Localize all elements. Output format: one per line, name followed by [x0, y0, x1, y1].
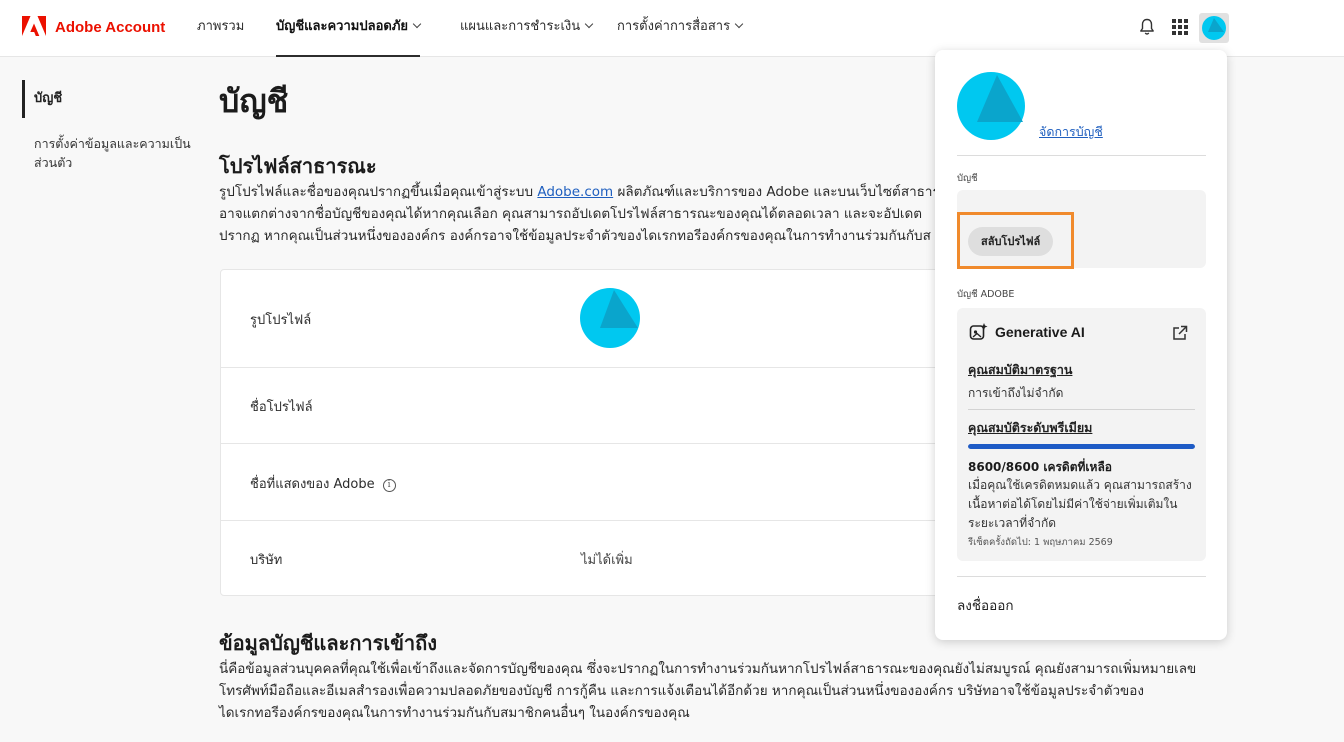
account-info-description: นี่คือข้อมูลส่วนบุคคลที่คุณใช้เพื่อเข้าถ…: [219, 658, 1196, 724]
public-profile-card: รูปโปรไฟล์ ชื่อโปรไฟล์ ชื่อที่แสดงของ Ad…: [220, 269, 960, 596]
public-profile-heading: โปรไฟล์สาธารณะ: [219, 154, 377, 178]
sign-out-button[interactable]: ลงชื่อออก: [957, 594, 1014, 616]
nav-overview[interactable]: ภาพรวม: [197, 0, 244, 57]
account-avatar: [957, 72, 1025, 140]
account-menu: จัดการบัญชี บัญชี สลับโปรไฟล์ บัญชี ADOB…: [935, 50, 1227, 640]
public-profile-description: รูปโปรไฟล์และชื่อของคุณปรากฏขึ้นเมื่อคุณ…: [219, 181, 952, 247]
sidebar-item-label: บัญชี: [34, 91, 63, 106]
description-text: ไดเรกทอรีองค์กรของคุณในการทำงานร่วมกันกั…: [219, 705, 690, 721]
credits-progress-bar: [968, 444, 1195, 449]
description-text: ปรากฏ หากคุณเป็นส่วนหนึ่งขององค์กร องค์ก…: [219, 228, 931, 244]
row-value: ไม่ได้เพิ่ม: [581, 553, 633, 568]
company-row[interactable]: บริษัท ไม่ได้เพิ่ม: [221, 520, 959, 597]
bell-icon[interactable]: [1139, 18, 1155, 36]
sidebar-item-privacy-settings[interactable]: การตั้งค่าข้อมูลและความเป็นส่วนตัว: [34, 134, 194, 172]
row-label: ชื่อที่แสดงของ Adobe i: [250, 473, 396, 494]
credits-description-line: ระยะเวลาที่จำกัด: [968, 516, 1057, 530]
description-text: นี่คือข้อมูลส่วนบุคคลที่คุณใช้เพื่อเข้าถ…: [219, 661, 1197, 677]
apps-grid-icon[interactable]: [1172, 19, 1188, 35]
nav-plans-payment[interactable]: แผนและการชำระเงิน: [460, 0, 594, 57]
avatar-button[interactable]: [1199, 13, 1229, 43]
sidebar-item-label: การตั้งค่าข้อมูลและความเป็นส่วนตัว: [34, 136, 191, 170]
credits-remaining: 8600/8600 เครดิตที่เหลือ: [968, 460, 1112, 474]
account-section-label: บัญชี: [957, 173, 978, 184]
adobe-logo-icon: [22, 16, 46, 36]
profile-picture[interactable]: [580, 288, 640, 348]
credits-description-line: เนื้อหาต่อได้โดยไม่มีค่าใช้จ่ายเพิ่มเติม…: [968, 497, 1178, 511]
description-text: ผลิตภัณฑ์และบริการของ Adobe และบนเว็บไซต…: [613, 184, 953, 200]
profile-name-row[interactable]: ชื่อโปรไฟล์: [221, 367, 959, 443]
info-icon[interactable]: i: [382, 479, 396, 492]
external-link-icon[interactable]: [1172, 325, 1188, 341]
chevron-down-icon: [412, 19, 422, 29]
display-name-row[interactable]: ชื่อที่แสดงของ Adobe i: [221, 443, 959, 520]
row-label-text: ชื่อที่แสดงของ Adobe: [250, 477, 375, 492]
credits-progress-fill: [968, 444, 1195, 449]
chevron-down-icon: [734, 19, 744, 29]
generative-ai-icon: [969, 323, 988, 340]
nav-plans-payment-label: แผนและการชำระเงิน: [460, 19, 581, 34]
generative-ai-header: Generative AI: [969, 322, 1085, 342]
adobe-account-section-label: บัญชี ADOBE: [957, 289, 1015, 300]
standard-features-link[interactable]: คุณสมบัติมาตรฐาน: [968, 360, 1072, 380]
nav-overview-label: ภาพรวม: [197, 19, 245, 34]
row-label: บริษัท: [250, 553, 283, 568]
divider: [957, 576, 1206, 577]
description-text: รูปโปรไฟล์และชื่อของคุณปรากฏขึ้นเมื่อคุณ…: [219, 184, 538, 200]
description-text: โทรศัพท์มือถือและอีเมลสำรองเพื่อความปลอด…: [219, 683, 1144, 699]
top-navigation: Adobe Account ภาพรวม บัญชีและความปลอดภัย…: [0, 0, 1344, 57]
standard-features-desc: การเข้าถึงไม่จำกัด: [968, 386, 1064, 400]
profile-picture-row[interactable]: รูปโปรไฟล์: [221, 270, 959, 367]
row-label: รูปโปรไฟล์: [250, 313, 312, 328]
manage-account-link[interactable]: จัดการบัญชี: [1039, 122, 1103, 142]
credits-description-line: เมื่อคุณใช้เครดิตหมดแล้ว คุณสามารถสร้าง: [968, 478, 1192, 492]
avatar: [1202, 16, 1226, 40]
generative-ai-title: Generative AI: [995, 324, 1085, 340]
divider: [957, 155, 1206, 156]
row-label: ชื่อโปรไฟล์: [250, 400, 313, 415]
chevron-down-icon: [584, 19, 594, 29]
credits-reset-date: รีเซ็ตครั้งถัดไป: 1 พฤษภาคม 2569: [968, 537, 1113, 548]
nav-communication-settings[interactable]: การตั้งค่าการสื่อสาร: [617, 0, 744, 57]
nav-account-security[interactable]: บัญชีและความปลอดภัย: [276, 0, 422, 57]
premium-features-link[interactable]: คุณสมบัติระดับพรีเมียม: [968, 418, 1092, 438]
sidebar-item-account[interactable]: บัญชี: [22, 80, 62, 118]
brand[interactable]: Adobe Account: [22, 16, 165, 38]
description-text: อาจแตกต่างจากชื่อบัญชีของคุณได้หากคุณเลื…: [219, 206, 923, 222]
nav-account-security-label: บัญชีและความปลอดภัย: [276, 19, 408, 34]
divider: [968, 409, 1195, 410]
adobe-com-link[interactable]: Adobe.com: [537, 184, 613, 200]
page-title: บัญชี: [219, 82, 289, 120]
switch-profile-button[interactable]: สลับโปรไฟล์: [968, 227, 1054, 256]
nav-communication-settings-label: การตั้งค่าการสื่อสาร: [617, 19, 731, 34]
credits-description: เมื่อคุณใช้เครดิตหมดแล้ว คุณสามารถสร้าง …: [968, 476, 1203, 533]
account-info-heading: ข้อมูลบัญชีและการเข้าถึง: [219, 631, 438, 655]
brand-name: Adobe Account: [55, 18, 166, 36]
